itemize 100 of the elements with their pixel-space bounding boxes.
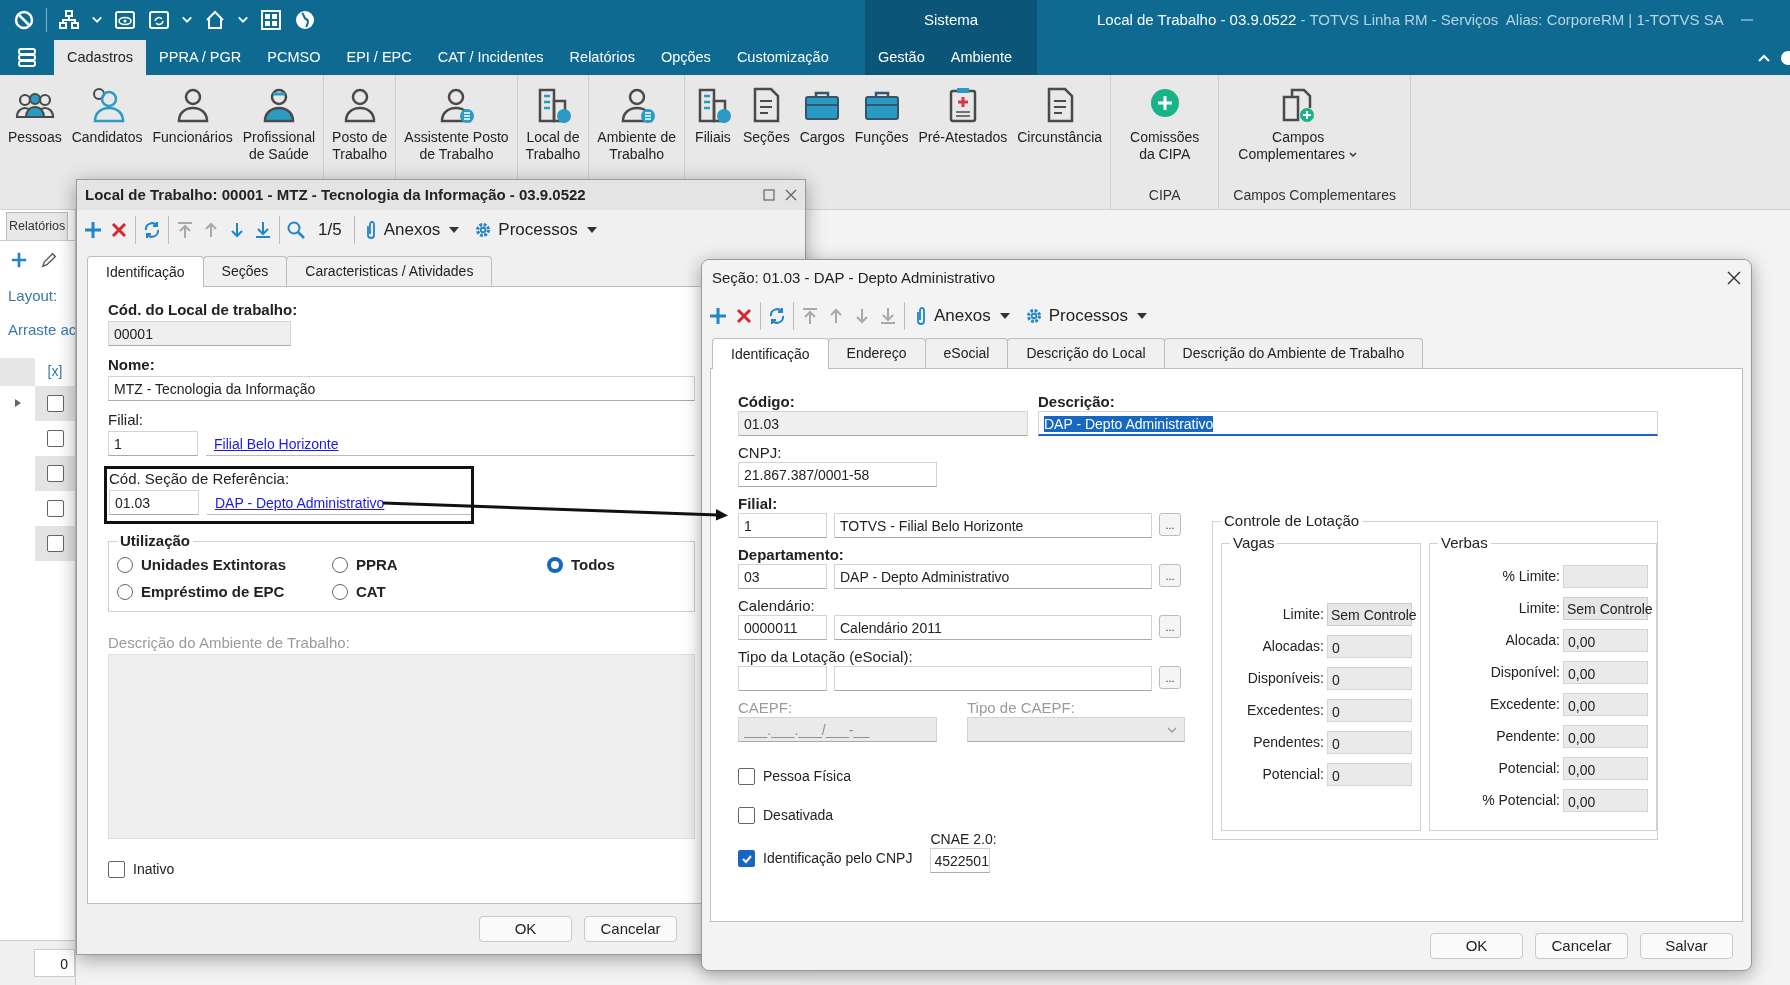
text-field[interactable]: TOTVS - Filial Belo Horizonte [834, 513, 1152, 538]
ribbon-button[interactable]: Comissões da CIPA [1125, 83, 1205, 165]
text-field[interactable]: 0000011 [738, 615, 827, 640]
checkbox[interactable] [46, 534, 64, 552]
refresh-icon[interactable] [147, 8, 171, 32]
pencil-icon[interactable] [40, 250, 58, 269]
close-icon[interactable] [1727, 271, 1741, 285]
menu-tab[interactable]: Customização [723, 40, 842, 75]
text-field[interactable]: DAP - Depto Administrativo [1038, 411, 1658, 436]
value-field[interactable]: 0 [1327, 698, 1412, 722]
checkbox[interactable] [738, 850, 755, 867]
value-field[interactable]: 0 [1327, 634, 1412, 658]
radio-button[interactable] [117, 583, 133, 600]
checkbox[interactable] [738, 807, 755, 824]
browse-button[interactable]: ... [1159, 513, 1181, 536]
ribbon-button[interactable]: Ambiente de Trabalho [592, 83, 681, 165]
ribbon-button[interactable]: Candidatos [66, 83, 148, 148]
value-field[interactable]: 0 [1327, 730, 1412, 754]
value-field[interactable] [1563, 564, 1648, 588]
globe-icon[interactable] [293, 8, 317, 32]
radio-button[interactable] [547, 557, 563, 574]
browse-button[interactable]: ... [1159, 666, 1181, 689]
text-field[interactable]: 1 [738, 513, 827, 538]
value-field[interactable]: 0 [34, 949, 75, 977]
refresh-icon[interactable] [767, 306, 787, 326]
ribbon-button[interactable]: Assistente Posto de Trabalho [399, 83, 514, 165]
processes-button[interactable]: Processos [471, 215, 603, 245]
ribbon-button[interactable]: Funções [849, 83, 914, 148]
value-field[interactable]: 0,00 [1563, 724, 1648, 748]
eye-icon[interactable] [113, 8, 137, 32]
value-field[interactable]: 0,00 [1563, 692, 1648, 716]
browse-button[interactable]: ... [1159, 564, 1181, 587]
dialog-button[interactable]: OK [479, 916, 572, 942]
text-field[interactable]: 21.867.387/0001-58 [738, 462, 937, 487]
text-field[interactable]: 01.03 [738, 411, 1028, 436]
checkbox[interactable] [108, 861, 125, 878]
refresh-icon[interactable] [142, 220, 162, 240]
dialog-button[interactable]: Cancelar [1535, 933, 1628, 959]
link[interactable]: DAP - Depto Administrativo [215, 495, 385, 511]
checkbox[interactable] [738, 768, 755, 785]
globe-icon[interactable] [1780, 49, 1790, 66]
bottom-arrow-icon[interactable] [253, 220, 273, 240]
radio-button[interactable] [117, 557, 133, 574]
stop-icon[interactable] [12, 8, 36, 32]
attachments-button[interactable]: Anexos [360, 215, 466, 245]
add-icon[interactable] [10, 250, 28, 269]
panel-tab[interactable]: Relatórios [6, 212, 69, 240]
text-field[interactable]: 1 [108, 431, 198, 456]
add-icon[interactable] [83, 220, 103, 240]
menu-tab[interactable]: Cadastros [54, 40, 147, 75]
value-field[interactable]: 0 [1327, 762, 1412, 786]
delete-icon[interactable] [734, 306, 754, 326]
checkbox[interactable] [46, 429, 64, 447]
menu-tab[interactable]: Opções [647, 40, 724, 75]
ribbon-button[interactable]: Cargos [794, 83, 850, 148]
checkbox[interactable] [46, 394, 64, 412]
ribbon-button[interactable]: Circunstância [1012, 83, 1108, 148]
dialog-button[interactable]: Cancelar [584, 916, 677, 942]
ribbon-button[interactable]: Pré-Atestados [913, 83, 1013, 148]
text-field[interactable]: Calendário 2011 [834, 615, 1152, 640]
menu-tab[interactable]: Relatórios [556, 40, 648, 75]
tab[interactable]: Caracteristicas / Atividades [286, 256, 493, 286]
text-field[interactable]: DAP - Depto Administrativo [834, 564, 1152, 589]
network-icon[interactable] [57, 8, 81, 32]
value-field[interactable]: 0,00 [1563, 756, 1648, 780]
text-field[interactable]: 00001 [108, 321, 291, 346]
tab[interactable]: Identificação [87, 256, 204, 287]
menu-tab[interactable]: PPRA / PGR [146, 40, 255, 75]
link[interactable]: Filial Belo Horizonte [214, 436, 339, 452]
tab[interactable]: Identificação [712, 338, 829, 369]
menu-tab[interactable]: Gestão [865, 40, 938, 75]
ribbon-button[interactable]: Funcionários [147, 83, 238, 148]
dialog-button[interactable]: OK [1430, 933, 1523, 959]
attachments-button[interactable]: Anexos [911, 301, 1016, 331]
tab[interactable]: Descrição do Ambiente de Trabalho [1163, 338, 1424, 368]
ribbon-button[interactable]: Filiais [687, 83, 738, 148]
text-field[interactable]: 03 [738, 564, 827, 589]
ribbon-button[interactable]: Local de Trabalho [520, 83, 586, 165]
ribbon-button[interactable]: Seções [737, 83, 795, 148]
ribbon-button[interactable]: Posto de Trabalho [327, 83, 393, 165]
ribbon-button[interactable]: Profissional de Saúde [237, 83, 321, 165]
ribbon-button[interactable]: Pessoas [3, 83, 67, 148]
processes-button[interactable]: Processos [1021, 301, 1154, 331]
text-field[interactable] [738, 666, 827, 691]
radio-button[interactable] [332, 583, 348, 600]
add-icon[interactable] [708, 306, 728, 326]
text-field[interactable] [834, 666, 1152, 691]
lookup-field[interactable]: Filial Belo Horizonte [206, 431, 695, 456]
checkbox[interactable] [46, 499, 64, 517]
menu-tab[interactable]: PCMSO [254, 40, 334, 75]
maximize-icon[interactable] [763, 189, 775, 201]
value-field[interactable]: 0,00 [1563, 628, 1648, 652]
text-field[interactable]: 4522501 [930, 848, 991, 873]
value-field[interactable]: 0 [1327, 666, 1412, 690]
menu-tab[interactable]: CAT / Incidentes [424, 40, 557, 75]
text-field[interactable]: 01.03 [109, 490, 199, 515]
ribbon-button[interactable]: Campos Complementares [1233, 83, 1363, 165]
menu-tab[interactable]: EPI / EPC [333, 40, 425, 75]
browse-button[interactable]: ... [1159, 615, 1181, 638]
delete-icon[interactable] [109, 220, 129, 240]
